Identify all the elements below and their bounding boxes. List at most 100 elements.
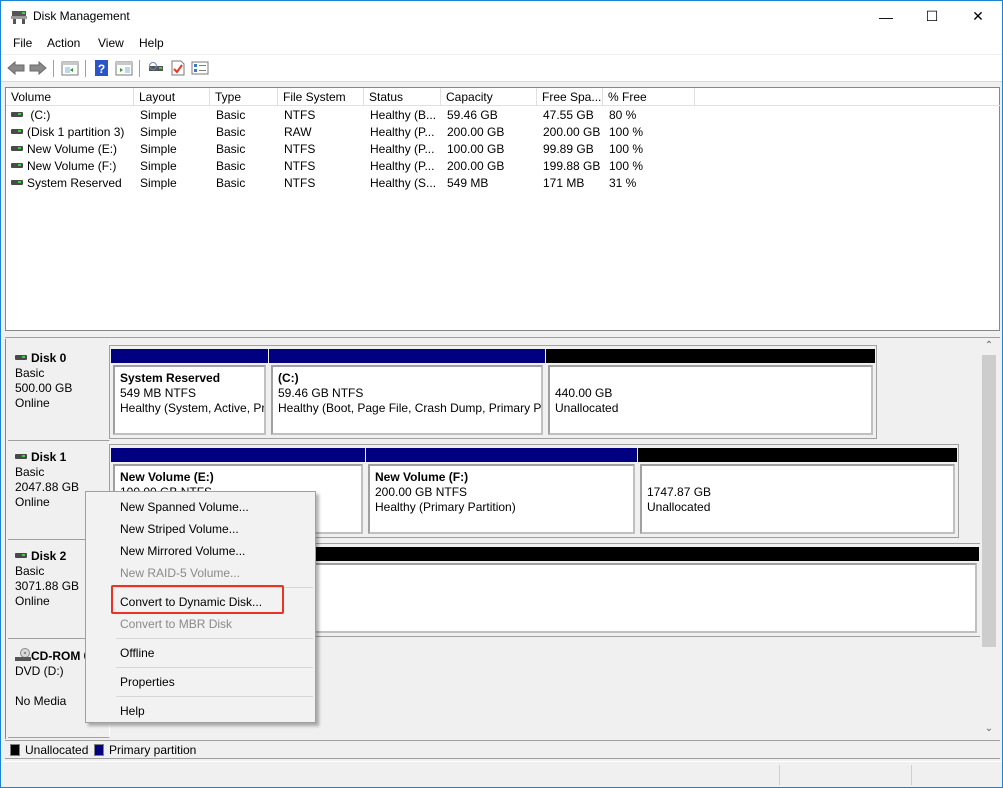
maximize-button[interactable]: ☐	[909, 1, 955, 32]
menu-bar: File Action View Help	[1, 32, 1002, 54]
vertical-scrollbar[interactable]: ⌃ ⌄	[980, 339, 998, 739]
volume-type: Basic	[216, 125, 246, 139]
legend: Unallocated Primary partition	[5, 740, 1000, 759]
highlight-annotation	[111, 585, 284, 614]
menu-item-new-raid5-volume: New RAID-5 Volume...	[120, 566, 241, 580]
status-bar	[1, 761, 1002, 787]
volume-name: New Volume (F:)	[27, 159, 117, 173]
volume-status: Healthy (S...	[370, 176, 437, 190]
menu-file[interactable]: File	[13, 36, 32, 50]
connect-icon[interactable]	[147, 60, 165, 76]
partition-bar	[269, 349, 545, 363]
table-row[interactable]: (Disk 1 partition 3) Simple Basic RAW He…	[6, 124, 999, 141]
column-header-volume[interactable]: Volume	[6, 88, 134, 106]
volume-fs: NTFS	[284, 176, 316, 190]
drive-icon	[15, 553, 27, 559]
menu-item-help[interactable]: Help	[120, 704, 145, 718]
menu-help[interactable]: Help	[139, 36, 164, 50]
menu-separator	[116, 696, 313, 697]
partition-bar	[111, 349, 268, 363]
column-header-percent-free[interactable]: % Free	[603, 88, 695, 106]
volume-type: Basic	[216, 108, 246, 122]
scrollbar-thumb[interactable]	[982, 355, 996, 647]
table-row[interactable]: (C:) Simple Basic NTFS Healthy (B... 59.…	[6, 107, 999, 124]
disk-name: Disk 2	[31, 549, 67, 563]
menu-item-offline[interactable]: Offline	[120, 646, 154, 660]
column-header-file-system[interactable]: File System	[278, 88, 364, 106]
menu-separator	[116, 667, 313, 668]
partition-bar	[638, 448, 957, 462]
legend-swatch-unallocated	[10, 744, 20, 756]
forward-icon[interactable]	[29, 60, 47, 76]
menu-item-new-mirrored-volume[interactable]: New Mirrored Volume...	[120, 544, 245, 558]
properties-icon[interactable]	[169, 60, 187, 76]
volume-capacity: 200.00 GB	[447, 159, 505, 173]
volume-fs: NTFS	[284, 142, 316, 156]
disk-type: Basic	[15, 366, 45, 380]
partition-name: (C:)	[278, 371, 299, 385]
volume-status: Healthy (P...	[370, 159, 435, 173]
drive-icon	[15, 454, 27, 460]
drive-icon	[11, 129, 23, 135]
column-header-capacity[interactable]: Capacity	[441, 88, 537, 106]
partition-f[interactable]: New Volume (F:) 200.00 GB NTFS Healthy (…	[366, 448, 637, 536]
volume-fs: RAW	[284, 125, 312, 139]
minimize-button[interactable]: —	[863, 1, 909, 32]
volume-capacity: 200.00 GB	[447, 125, 505, 139]
pane-splitter[interactable]	[5, 332, 1000, 338]
partition-size: 59.46 GB NTFS	[278, 386, 364, 400]
menu-item-new-spanned-volume[interactable]: New Spanned Volume...	[120, 500, 249, 514]
partition-bar	[366, 448, 637, 462]
menu-separator	[116, 638, 313, 639]
menu-item-new-striped-volume[interactable]: New Striped Volume...	[120, 522, 239, 536]
partition-system-reserved[interactable]: System Reserved 549 MB NTFS Healthy (Sys…	[111, 349, 268, 437]
column-header-free-space[interactable]: Free Spa...	[537, 88, 603, 106]
disk-name: CD-ROM 0	[31, 649, 91, 663]
volume-free: 199.88 GB	[543, 159, 601, 173]
partition-name: New Volume (F:)	[375, 470, 469, 484]
toolbar-separator	[53, 60, 54, 77]
table-row[interactable]: New Volume (E:) Simple Basic NTFS Health…	[6, 141, 999, 158]
disk-management-window: Disk Management — ☐ ✕ File Action View H…	[0, 0, 1003, 788]
disk-0-partitions: System Reserved 549 MB NTFS Healthy (Sys…	[109, 345, 877, 439]
checklist-icon[interactable]	[191, 60, 209, 76]
table-row[interactable]: System Reserved Simple Basic NTFS Health…	[6, 175, 999, 192]
volume-layout: Simple	[140, 108, 177, 122]
volume-type: Basic	[216, 159, 246, 173]
volume-free: 200.00 GB	[543, 125, 601, 139]
close-button[interactable]: ✕	[955, 1, 1001, 32]
column-header-status[interactable]: Status	[364, 88, 441, 106]
table-row[interactable]: New Volume (F:) Simple Basic NTFS Health…	[6, 158, 999, 175]
volume-name: New Volume (E:)	[27, 142, 118, 156]
status-separator	[779, 765, 780, 785]
partition-name: System Reserved	[120, 371, 221, 385]
toolbar-separator	[139, 60, 140, 77]
scroll-down-icon[interactable]: ⌄	[980, 723, 998, 738]
action-pane-icon[interactable]	[115, 60, 133, 76]
volume-name: (C:)	[27, 108, 51, 122]
menu-action[interactable]: Action	[47, 36, 80, 50]
volume-layout: Simple	[140, 176, 177, 190]
console-tree-icon[interactable]	[61, 60, 79, 76]
scroll-up-icon[interactable]: ⌃	[980, 340, 998, 355]
partition-unallocated[interactable]: 440.00 GB Unallocated	[546, 349, 875, 437]
disk-0-label[interactable]: Disk 0 Basic 500.00 GB Online	[8, 343, 110, 441]
partition-c[interactable]: (C:) 59.46 GB NTFS Healthy (Boot, Page F…	[269, 349, 545, 437]
column-header-layout[interactable]: Layout	[134, 88, 210, 106]
volume-name: (Disk 1 partition 3)	[27, 125, 125, 139]
partition-size: 549 MB NTFS	[120, 386, 197, 400]
title-bar: Disk Management — ☐ ✕	[1, 1, 1002, 32]
volume-pct-free: 100 %	[609, 125, 644, 139]
column-header-type[interactable]: Type	[210, 88, 278, 106]
back-icon[interactable]	[7, 60, 25, 76]
toolbar: ?	[1, 55, 1002, 82]
partition-status: Unallocated	[647, 500, 711, 514]
menu-view[interactable]: View	[98, 36, 124, 50]
volume-pct-free: 100 %	[609, 142, 644, 156]
status-separator	[911, 765, 912, 785]
partition-size: 200.00 GB NTFS	[375, 485, 468, 499]
volume-free: 171 MB	[543, 176, 585, 190]
menu-item-properties[interactable]: Properties	[120, 675, 175, 689]
help-icon[interactable]: ?	[93, 60, 111, 76]
partition-unallocated[interactable]: 1747.87 GB Unallocated	[638, 448, 957, 536]
